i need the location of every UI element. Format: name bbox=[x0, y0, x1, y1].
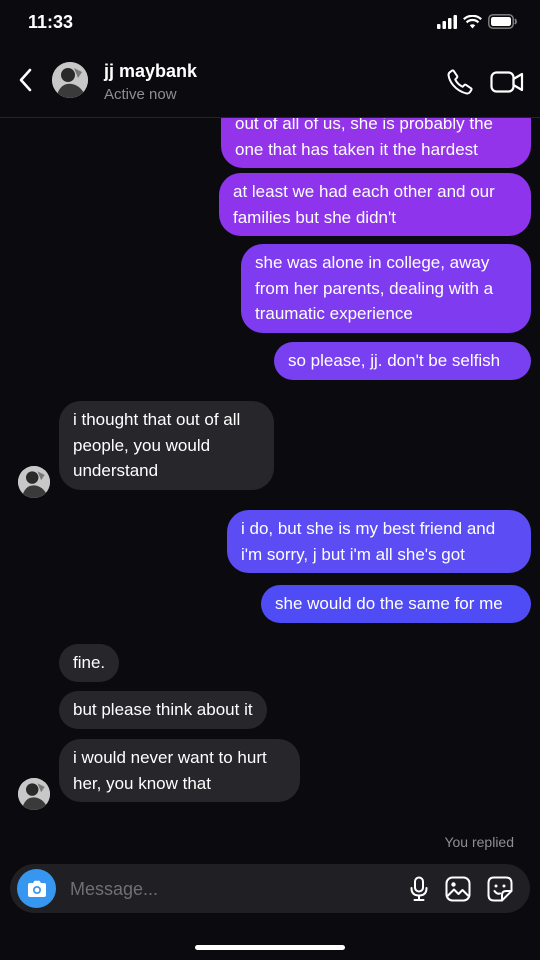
received-message[interactable]: i thought that out of all people, you wo… bbox=[59, 401, 274, 490]
sent-message[interactable]: at least we had each other and our famil… bbox=[219, 173, 531, 236]
sent-message[interactable]: so please, jj. don't be selfish bbox=[274, 342, 531, 380]
signal-icon bbox=[437, 14, 457, 29]
sent-message[interactable]: i do, but she is my best friend and i'm … bbox=[227, 510, 531, 573]
received-message[interactable]: but please think about it bbox=[59, 691, 267, 729]
microphone-icon bbox=[410, 876, 428, 901]
you-replied-label: You replied bbox=[444, 834, 514, 850]
home-indicator[interactable] bbox=[195, 945, 345, 950]
sticker-button[interactable] bbox=[486, 875, 514, 903]
sent-message[interactable]: she was alone in college, away from her … bbox=[241, 244, 531, 333]
voice-call-button[interactable] bbox=[446, 68, 474, 96]
message-input[interactable] bbox=[70, 874, 390, 904]
chevron-left-icon bbox=[19, 68, 32, 92]
received-message[interactable]: i would never want to hurt her, you know… bbox=[59, 739, 300, 802]
status-icons bbox=[437, 14, 518, 29]
message-thread[interactable]: out of all of us, she is probably the on… bbox=[0, 118, 540, 860]
microphone-button[interactable] bbox=[405, 875, 433, 903]
gallery-button[interactable] bbox=[444, 875, 472, 903]
video-call-button[interactable] bbox=[490, 68, 524, 96]
active-status: Active now bbox=[104, 86, 177, 103]
sticker-icon bbox=[487, 876, 513, 902]
contact-avatar-small bbox=[18, 466, 50, 498]
wifi-icon bbox=[463, 14, 482, 28]
status-time: 11:33 bbox=[28, 12, 74, 32]
image-icon bbox=[445, 876, 471, 902]
sent-message[interactable]: out of all of us, she is probably the on… bbox=[221, 118, 531, 168]
sent-message[interactable]: she would do the same for me bbox=[261, 585, 531, 623]
chat-header: jj maybank Active now bbox=[0, 46, 540, 118]
camera-icon bbox=[27, 880, 46, 897]
message-composer bbox=[10, 864, 530, 913]
contact-name[interactable]: jj maybank bbox=[104, 61, 197, 82]
received-message[interactable]: fine. bbox=[59, 644, 120, 682]
contact-avatar[interactable] bbox=[52, 62, 88, 98]
video-camera-icon bbox=[490, 71, 524, 93]
phone-icon bbox=[447, 69, 473, 95]
camera-button[interactable] bbox=[17, 869, 56, 908]
status-bar: 11:33 bbox=[0, 0, 540, 46]
battery-icon bbox=[488, 14, 517, 29]
contact-avatar-small bbox=[18, 778, 50, 810]
back-button[interactable] bbox=[14, 64, 36, 96]
